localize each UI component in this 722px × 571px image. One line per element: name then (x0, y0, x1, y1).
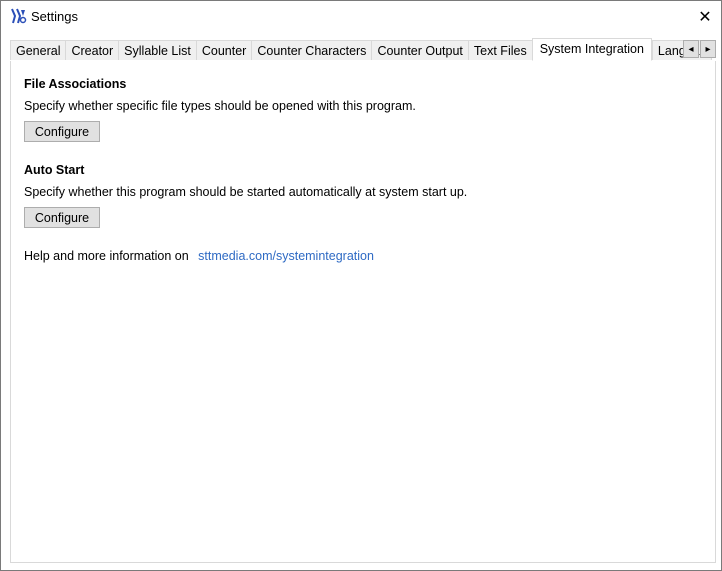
auto-start-heading: Auto Start (24, 163, 85, 177)
system-integration-panel: File Associations Specify whether specif… (10, 61, 716, 563)
tab-counter-output[interactable]: Counter Output (371, 40, 468, 60)
tab-list: General Creator Syllable List Counter Co… (10, 38, 712, 61)
close-button[interactable]: ✕ (689, 1, 721, 32)
tab-scroll-left-button[interactable]: ◂ (683, 40, 699, 58)
app-icon (9, 7, 27, 25)
chevron-left-icon: ◂ (688, 43, 694, 55)
window-title: Settings (31, 9, 78, 24)
tab-strip: General Creator Syllable List Counter Co… (10, 38, 716, 61)
tab-creator[interactable]: Creator (65, 40, 119, 60)
tab-scroll-buttons: ◂ ▸ (683, 40, 716, 58)
help-text: Help and more information on (24, 249, 189, 263)
file-associations-description: Specify whether specific file types shou… (24, 99, 416, 113)
tab-counter-characters[interactable]: Counter Characters (251, 40, 372, 60)
auto-start-description: Specify whether this program should be s… (24, 185, 468, 199)
help-link[interactable]: sttmedia.com/systemintegration (198, 249, 374, 263)
configure-file-associations-button[interactable]: Configure (24, 121, 100, 142)
file-associations-heading: File Associations (24, 77, 127, 91)
title-bar[interactable]: Settings ✕ (1, 1, 721, 32)
help-row: Help and more information on sttmedia.co… (24, 249, 374, 263)
tab-general[interactable]: General (10, 40, 66, 60)
settings-window: Settings ✕ General Creator Syllable List… (0, 0, 722, 571)
tab-syllable-list[interactable]: Syllable List (118, 40, 196, 60)
tab-text-files[interactable]: Text Files (467, 40, 532, 60)
tab-system-integration[interactable]: System Integration (531, 38, 652, 61)
close-icon: ✕ (698, 8, 712, 26)
configure-auto-start-button[interactable]: Configure (24, 207, 100, 228)
chevron-right-icon: ▸ (705, 43, 711, 55)
tab-counter[interactable]: Counter (195, 40, 252, 60)
tab-scroll-right-button[interactable]: ▸ (700, 40, 716, 58)
